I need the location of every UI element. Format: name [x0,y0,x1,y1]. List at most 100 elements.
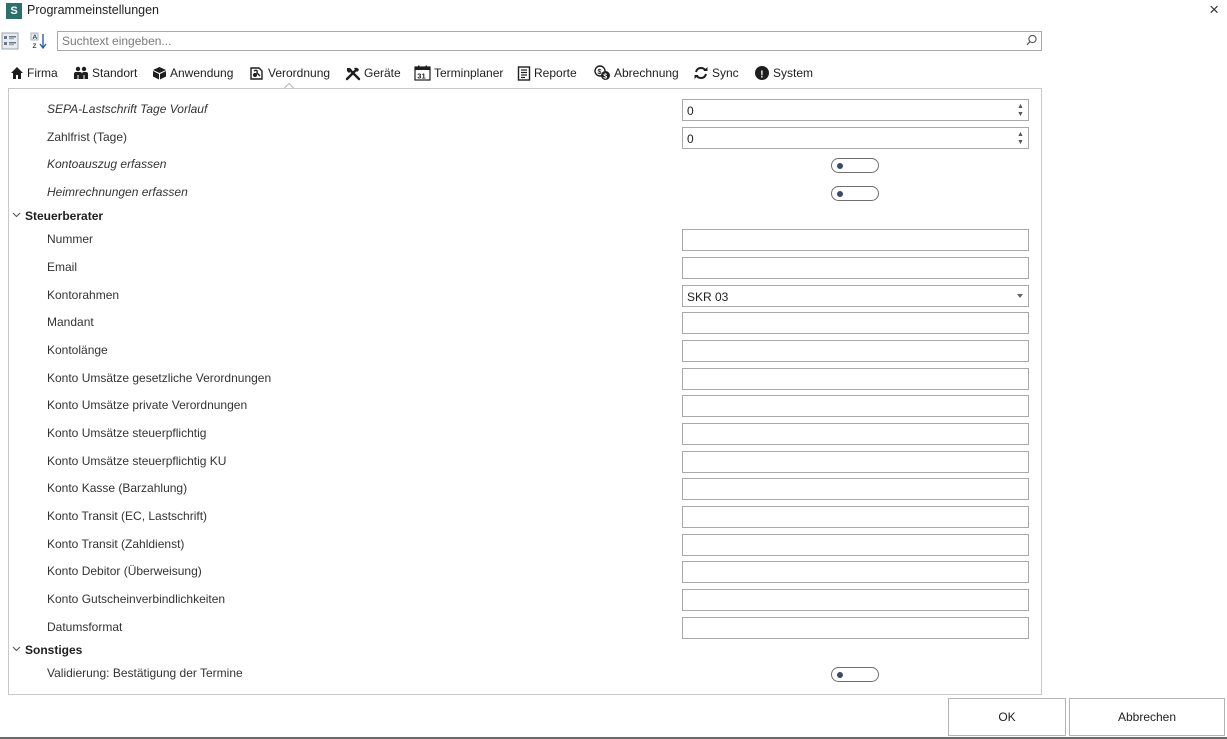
settings-panel: SEPA-Lastschrift Tage Vorlauf 0 ▲ ▼ Zahlf… [8,88,1042,695]
tab-label: Geräte [364,66,401,80]
setting-label: Konto Umsätze private Verordnungen [47,398,248,412]
cancel-button[interactable]: Abbrechen [1069,698,1225,736]
setting-row: Zahlfrist (Tage) 0 ▲ ▼ [9,125,1041,149]
tab-firma[interactable]: Firma [10,62,58,84]
exclamation-icon: ! [755,66,769,80]
konto-transit-zahldienst-input[interactable] [682,534,1029,556]
payment-term-spinner[interactable]: 0 ▲ ▼ [682,127,1029,149]
tab-terminplaner[interactable]: 31 Terminplaner [414,62,503,84]
spin-buttons[interactable]: ▲ ▼ [1014,128,1028,148]
tab-verordnung[interactable]: Verordnung [249,62,330,84]
setting-row: Validierung: Bestätigung der Termine [9,661,1041,685]
chevron-down-icon[interactable] [12,210,21,219]
setting-row: Konto Debitor (Überweisung) [9,559,1041,583]
tab-geraete[interactable]: Geräte [345,62,401,84]
tab-sync[interactable]: Sync [693,62,739,84]
setting-row: Mandant [9,310,1041,334]
heimrechnungen-toggle[interactable] [831,186,879,201]
setting-row: Konto Umsätze steuerpflichtig [9,421,1041,445]
setting-row: Datumsformat [9,615,1041,639]
magnifier-icon[interactable] [1026,34,1038,49]
search-input[interactable] [58,32,1008,50]
setting-row: Konto Kasse (Barzahlung) [9,476,1041,500]
chevron-down-icon[interactable] [1017,294,1023,298]
tab-label: Verordnung [268,66,331,80]
setting-label: Zahlfrist (Tage) [47,130,128,144]
tab-abrechnung[interactable]: $ $ Abrechnung [594,62,679,84]
validierung-toggle[interactable] [831,667,879,682]
datumsformat-input[interactable] [682,617,1029,639]
setting-label: Nummer [47,232,94,246]
setting-row: Heimrechnungen erfassen [9,180,1041,204]
tab-label: Abrechnung [614,66,679,80]
ok-button[interactable]: OK [948,698,1066,736]
email-input[interactable] [682,257,1029,279]
tab-anwendung[interactable]: Anwendung [152,62,233,84]
tab-label: Anwendung [170,66,234,80]
app-icon: S [6,3,22,19]
tab-label: Terminplaner [434,66,504,80]
konto-privat-input[interactable] [682,395,1029,417]
setting-row: Nummer [9,227,1041,251]
setting-label: Konto Umsätze gesetzliche Verordnungen [47,371,272,385]
setting-label: Kontolänge [47,343,108,357]
prescription-icon [250,66,263,80]
setting-label: Heimrechnungen erfassen [47,185,188,199]
setting-row: Konto Gutscheinverbindlichkeiten [9,587,1041,611]
setting-label: Konto Transit (EC, Lastschrift) [47,509,208,523]
report-icon [517,65,531,81]
setting-row: Konto Transit (Zahldienst) [9,532,1041,556]
categorized-view-icon[interactable] [0,31,20,51]
search-field[interactable] [57,31,1042,51]
close-icon[interactable]: × [1209,0,1219,20]
toggle-knob [837,672,843,678]
konto-gesetzlich-input[interactable] [682,368,1029,390]
sepa-days-spinner[interactable]: 0 ▲ ▼ [682,99,1029,121]
kontoauszug-toggle[interactable] [831,158,879,173]
section-title: Steuerberater [25,209,104,223]
section-steuerberater[interactable]: Steuerberater [9,206,1041,226]
tab-standort[interactable]: Standort [73,62,137,84]
konto-kasse-input[interactable] [682,478,1029,500]
tab-label: Sync [712,66,739,80]
nummer-input[interactable] [682,229,1029,251]
coins-icon: $ $ [594,65,610,80]
mandant-input[interactable] [682,312,1029,334]
konto-steuerpflichtig-ku-input[interactable] [682,451,1029,473]
setting-label: Konto Gutscheinverbindlichkeiten [47,592,226,606]
tab-system[interactable]: ! System [754,62,813,84]
tools-icon [345,67,361,80]
setting-row: Konto Transit (EC, Lastschrift) [9,504,1041,528]
toggle-knob [837,191,843,197]
sort-alphabetical-icon[interactable]: A Z [29,31,49,51]
field-value: 0 [687,104,694,118]
dropdown-value: SKR 03 [687,290,729,304]
tab-reporte[interactable]: Reporte [517,62,577,84]
setting-label: Kontoauszug erfassen [47,157,167,171]
window-title: Programmeinstellungen [27,3,160,17]
svg-text:$: $ [598,69,602,76]
setting-label: Datumsformat [47,620,123,634]
setting-row: Konto Umsätze private Verordnungen [9,393,1041,417]
toolbar: A Z [0,29,1042,53]
chevron-down-icon[interactable] [12,644,21,653]
konto-gutschein-input[interactable] [682,589,1029,611]
sync-icon [694,66,708,80]
setting-label: SEPA-Lastschrift Tage Vorlauf [47,102,208,116]
section-sonstiges[interactable]: Sonstiges [9,640,1041,660]
tab-label: Reporte [534,66,577,80]
home-icon [11,67,23,79]
section-title: Sonstiges [25,643,83,657]
setting-row: Konto Umsätze gesetzliche Verordnungen [9,366,1041,390]
kontolaenge-input[interactable] [682,340,1029,362]
setting-row: Email [9,255,1041,279]
setting-row: Kontolänge [9,338,1041,362]
tab-bar: Firma Standort Anwendung Verordnung Gerä… [0,62,1042,84]
setting-row: Kontoauszug erfassen [9,152,1041,176]
konto-transit-ec-input[interactable] [682,506,1029,528]
konto-debitor-input[interactable] [682,561,1029,583]
spin-buttons[interactable]: ▲ ▼ [1014,100,1028,120]
konto-steuerpflichtig-input[interactable] [682,423,1029,445]
kontorahmen-dropdown[interactable]: SKR 03 [682,285,1029,307]
title-bar: S Programmeinstellungen × [0,0,1227,22]
